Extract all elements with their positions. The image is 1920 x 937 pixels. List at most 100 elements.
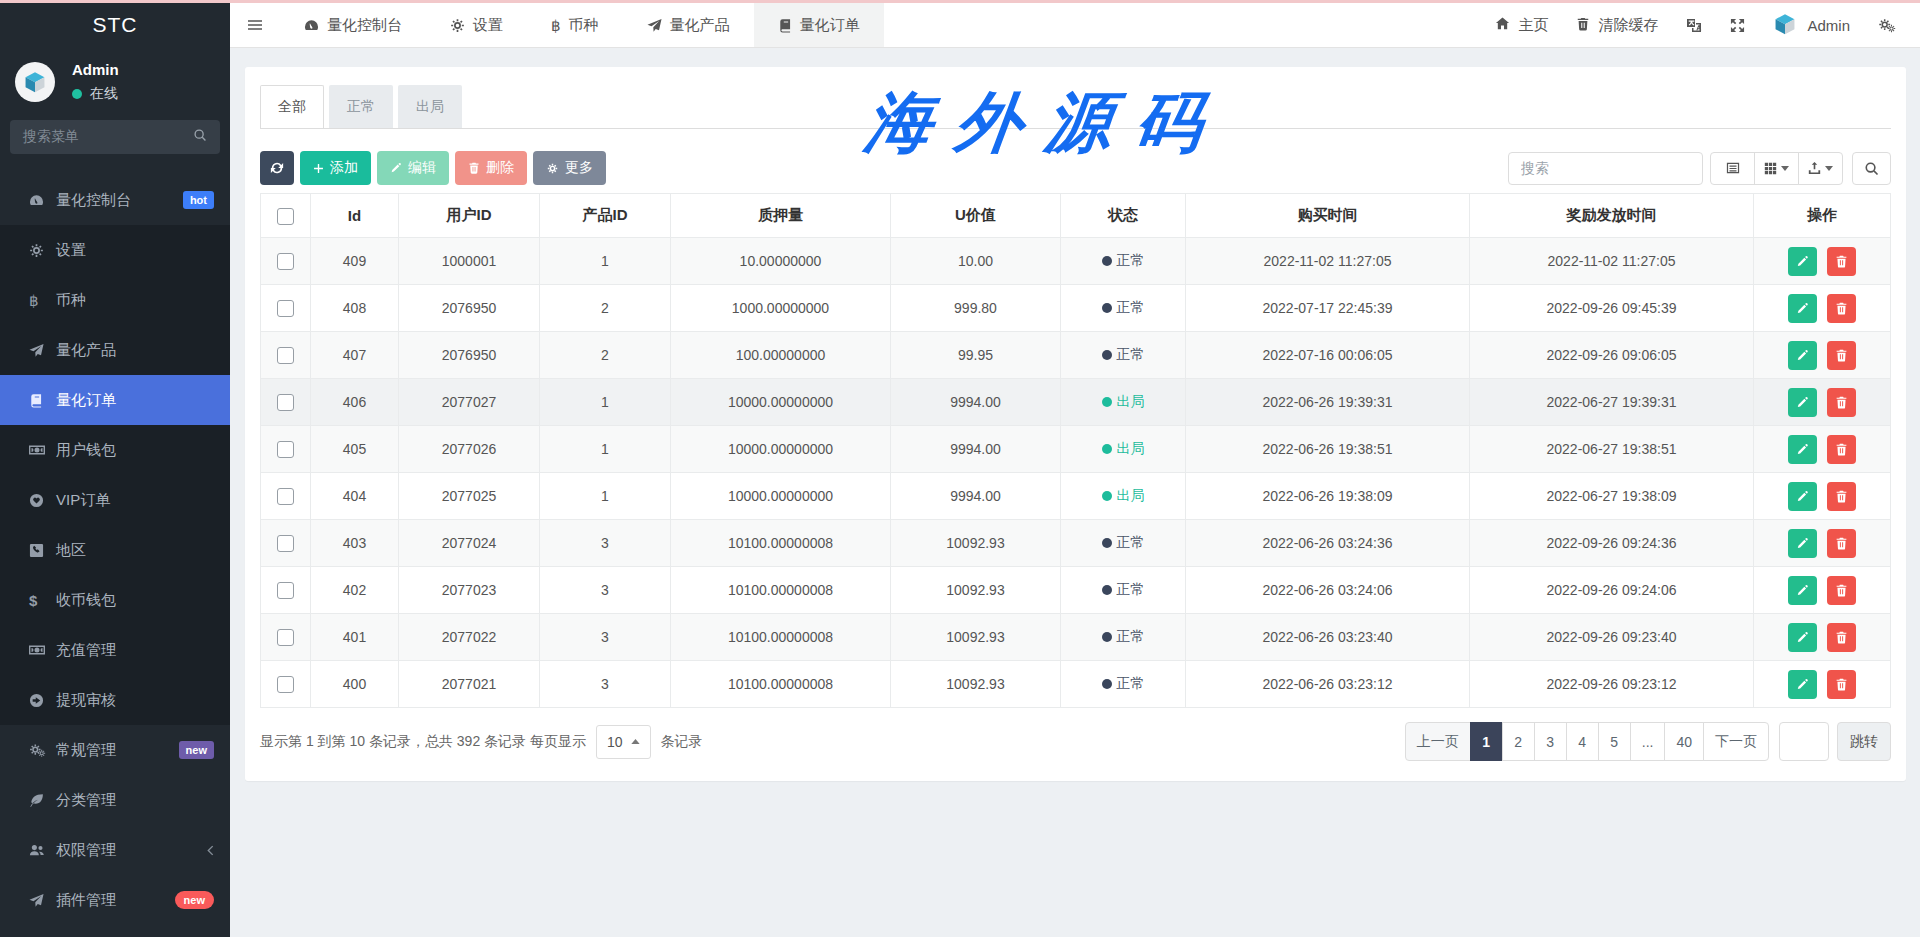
sidebar-item-11[interactable]: 常规管理new (0, 725, 230, 775)
row-delete-button[interactable] (1827, 576, 1856, 605)
settings-cogs-icon[interactable] (1864, 3, 1911, 47)
sidebar-item-2[interactable]: ฿币种 (0, 275, 230, 325)
row-edit-button[interactable] (1788, 435, 1817, 464)
page-button-...[interactable]: ... (1630, 722, 1666, 761)
row-checkbox[interactable] (277, 253, 294, 270)
page-button-3[interactable]: 3 (1534, 722, 1567, 761)
row-delete-button[interactable] (1827, 247, 1856, 276)
row-edit-button[interactable] (1788, 529, 1817, 558)
row-delete-button[interactable] (1827, 341, 1856, 370)
status-dot-icon (1102, 256, 1112, 266)
column-header[interactable]: 质押量 (671, 194, 891, 238)
refresh-button[interactable] (260, 151, 294, 185)
row-delete-button[interactable] (1827, 482, 1856, 511)
jump-button[interactable]: 跳转 (1837, 722, 1891, 761)
nav-tab-1[interactable]: 设置 (426, 3, 527, 47)
column-header[interactable]: U价值 (891, 194, 1061, 238)
heart-circle-icon (29, 493, 56, 508)
sidebar-item-10[interactable]: 提现审核 (0, 675, 230, 725)
page-size-select[interactable]: 10 (596, 725, 651, 759)
row-checkbox[interactable] (277, 488, 294, 505)
page-button-1[interactable]: 1 (1470, 722, 1503, 761)
row-edit-button[interactable] (1788, 247, 1817, 276)
filter-tab-2[interactable]: 出局 (398, 85, 462, 128)
page-button-上一页[interactable]: 上一页 (1405, 722, 1471, 761)
delete-button[interactable]: 删除 (455, 151, 527, 185)
row-checkbox[interactable] (277, 535, 294, 552)
detail-view-icon[interactable] (1710, 152, 1755, 185)
sidebar-item-13[interactable]: 权限管理 (0, 825, 230, 875)
row-checkbox[interactable] (277, 582, 294, 599)
page-button-2[interactable]: 2 (1502, 722, 1535, 761)
row-delete-button[interactable] (1827, 623, 1856, 652)
add-button[interactable]: 添加 (300, 151, 371, 185)
column-header[interactable]: 状态 (1061, 194, 1186, 238)
clear-cache-link[interactable]: 清除缓存 (1562, 3, 1672, 47)
cell-u-value: 9994.00 (891, 426, 1061, 473)
sidebar-item-5[interactable]: 用户钱包 (0, 425, 230, 475)
column-header[interactable]: 购买时间 (1186, 194, 1470, 238)
user-menu[interactable]: Admin (1759, 3, 1864, 47)
row-checkbox[interactable] (277, 676, 294, 693)
row-checkbox[interactable] (277, 300, 294, 317)
cell-buy-time: 2022-06-26 03:23:40 (1186, 614, 1470, 661)
row-delete-button[interactable] (1827, 529, 1856, 558)
cell-product-id: 3 (540, 567, 671, 614)
sidebar-item-0[interactable]: 量化控制台hot (0, 175, 230, 225)
column-header[interactable]: Id (311, 194, 399, 238)
page-button-5[interactable]: 5 (1598, 722, 1631, 761)
sidebar-item-4[interactable]: 量化订单 (0, 375, 230, 425)
select-all-checkbox[interactable] (277, 208, 294, 225)
nav-tab-4[interactable]: 量化订单 (754, 3, 884, 47)
sidebar-item-9[interactable]: 充值管理 (0, 625, 230, 675)
row-delete-button[interactable] (1827, 294, 1856, 323)
column-header[interactable]: 用户ID (399, 194, 540, 238)
nav-tab-0[interactable]: 量化控制台 (280, 3, 426, 47)
search-button[interactable] (1852, 152, 1891, 185)
row-delete-button[interactable] (1827, 670, 1856, 699)
avatar[interactable] (15, 62, 55, 102)
sidebar-search-input[interactable]: 搜索菜单 (10, 120, 220, 154)
filter-tab-1[interactable]: 正常 (329, 85, 393, 128)
nav-tab-2[interactable]: ฿币种 (527, 3, 623, 47)
row-delete-button[interactable] (1827, 435, 1856, 464)
table-search-input[interactable] (1508, 152, 1703, 185)
row-edit-button[interactable] (1788, 482, 1817, 511)
export-icon[interactable] (1798, 152, 1843, 185)
column-header[interactable]: 操作 (1754, 194, 1891, 238)
page-button-下一页[interactable]: 下一页 (1703, 722, 1769, 761)
row-edit-button[interactable] (1788, 576, 1817, 605)
row-edit-button[interactable] (1788, 623, 1817, 652)
column-header[interactable]: 产品ID (540, 194, 671, 238)
sidebar-item-3[interactable]: 量化产品 (0, 325, 230, 375)
menu-toggle-icon[interactable] (230, 3, 280, 47)
sidebar-item-8[interactable]: $收币钱包 (0, 575, 230, 625)
row-edit-button[interactable] (1788, 670, 1817, 699)
status-dot-icon (1102, 350, 1112, 360)
home-link[interactable]: 主页 (1481, 3, 1562, 47)
fullscreen-icon[interactable] (1716, 3, 1759, 47)
sidebar-item-12[interactable]: 分类管理 (0, 775, 230, 825)
row-checkbox[interactable] (277, 441, 294, 458)
page-button-40[interactable]: 40 (1664, 722, 1704, 761)
edit-button[interactable]: 编辑 (377, 151, 449, 185)
row-edit-button[interactable] (1788, 341, 1817, 370)
translate-icon[interactable] (1672, 3, 1716, 47)
row-delete-button[interactable] (1827, 388, 1856, 417)
sidebar-item-14[interactable]: 插件管理new (0, 875, 230, 925)
filter-tab-0[interactable]: 全部 (260, 85, 324, 128)
columns-icon[interactable] (1754, 152, 1799, 185)
row-checkbox[interactable] (277, 629, 294, 646)
sidebar-item-1[interactable]: 设置 (0, 225, 230, 275)
sidebar-item-6[interactable]: VIP订单 (0, 475, 230, 525)
sidebar-item-7[interactable]: 地区 (0, 525, 230, 575)
row-checkbox[interactable] (277, 394, 294, 411)
row-edit-button[interactable] (1788, 388, 1817, 417)
jump-page-input[interactable] (1779, 722, 1829, 761)
nav-tab-3[interactable]: 量化产品 (623, 3, 754, 47)
row-checkbox[interactable] (277, 347, 294, 364)
column-header[interactable]: 奖励发放时间 (1470, 194, 1754, 238)
row-edit-button[interactable] (1788, 294, 1817, 323)
more-button[interactable]: 更多 (533, 151, 606, 185)
page-button-4[interactable]: 4 (1566, 722, 1599, 761)
